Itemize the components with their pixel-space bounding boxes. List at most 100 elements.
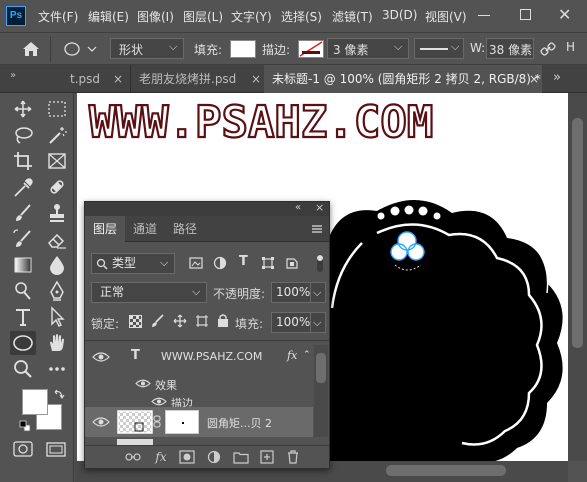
gradient-tool-icon[interactable] [10, 253, 36, 277]
quick-mask-icon[interactable] [13, 440, 33, 458]
width-field[interactable]: 38 像素 [486, 38, 534, 59]
vertical-scrollbar[interactable] [568, 93, 587, 461]
frame-tool-icon[interactable] [44, 149, 70, 173]
new-group-icon[interactable] [233, 450, 249, 464]
delete-layer-icon[interactable] [285, 450, 301, 464]
layer-row-shape-selected[interactable]: 圆角矩...贝 2 [85, 407, 313, 437]
crop-tool-icon[interactable] [10, 149, 36, 173]
more-tools-icon[interactable] [44, 357, 70, 381]
shape-mode-select[interactable]: 形状 ⌵ [110, 38, 184, 59]
layer-mask-thumbnail[interactable] [165, 410, 199, 434]
opacity-dropdown[interactable]: ⌵ [310, 282, 326, 303]
dodge-tool-icon[interactable] [10, 279, 36, 303]
filter-pixel-icon[interactable] [189, 256, 203, 270]
filter-type-icon[interactable]: T [239, 254, 248, 269]
fill-swatch[interactable] [230, 40, 256, 58]
chain-link-icon[interactable] [153, 415, 161, 429]
fx-icon[interactable]: fx [287, 349, 297, 362]
magic-wand-tool-icon[interactable] [44, 123, 70, 147]
move-tool-icon[interactable] [10, 97, 36, 121]
menu-image[interactable]: 图像(I) [137, 8, 174, 25]
filter-adjustment-icon[interactable] [213, 256, 227, 270]
visibility-eye-icon[interactable] [92, 351, 110, 363]
history-brush-tool-icon[interactable] [10, 227, 36, 251]
minimize-icon[interactable] [478, 15, 490, 16]
default-colors-icon[interactable] [19, 420, 31, 432]
menu-view[interactable]: 视图(V) [425, 8, 467, 25]
tabs-overflow-icon[interactable]: » [553, 70, 561, 85]
foreground-color-swatch[interactable] [22, 389, 48, 415]
stroke-swatch[interactable] [298, 40, 324, 58]
layers-scrollbar[interactable] [314, 345, 328, 437]
lock-all-icon[interactable] [217, 313, 229, 328]
path-selection-tool-icon[interactable] [44, 305, 70, 329]
effect-visibility-eye-icon[interactable] [151, 396, 167, 407]
close-window-icon[interactable]: ✕ [558, 5, 571, 24]
menu-3d[interactable]: 3D(D) [382, 8, 417, 22]
layer-thumbnail[interactable] [117, 410, 153, 434]
menu-edit[interactable]: 编辑(E) [88, 8, 129, 25]
filter-shape-icon[interactable] [261, 256, 275, 270]
menu-filter[interactable]: 滤镜(T) [332, 8, 373, 25]
lock-position-icon[interactable] [173, 314, 187, 328]
tab-laopengyou[interactable]: 老朋友烧烤拼.psd [130, 65, 264, 93]
layer-filter-select[interactable]: 类型 ⌵ [91, 253, 175, 274]
eyedropper-tool-icon[interactable] [10, 175, 36, 199]
add-layer-style-icon[interactable]: fx [153, 450, 169, 464]
visibility-eye-icon[interactable] [92, 416, 110, 428]
opacity-field[interactable]: 100% [271, 282, 311, 303]
ellipse-tool-preset-icon[interactable] [64, 42, 98, 56]
link-icon[interactable] [540, 41, 556, 57]
home-icon[interactable] [22, 41, 40, 57]
layer-name[interactable]: 圆角矩...贝 2 [207, 415, 272, 431]
lock-artboard-icon[interactable] [195, 314, 209, 328]
tab-close-icon[interactable]: × [113, 72, 123, 86]
filter-toggle-icon[interactable] [315, 253, 325, 273]
new-layer-icon[interactable] [259, 450, 275, 464]
panel-menu-icon[interactable] [311, 224, 323, 234]
menu-type[interactable]: 文字(Y) [231, 8, 272, 25]
panel-close-icon[interactable]: × [315, 201, 324, 214]
type-tool-icon[interactable] [10, 305, 36, 329]
panel-collapse-icon[interactable]: « [295, 202, 301, 213]
blend-mode-select[interactable]: 正常 ⌵ [91, 282, 207, 303]
hand-tool-icon[interactable] [44, 331, 70, 355]
layer-row-text[interactable]: T WWW.PSAHZ.COM fx ⌃ [85, 341, 313, 375]
headline-text[interactable]: WWW.PSAHZ.COM [88, 96, 435, 149]
zoom-tool-icon[interactable] [10, 357, 36, 381]
layer-name[interactable]: WWW.PSAHZ.COM [161, 350, 262, 363]
panel-collapse-icon[interactable]: » [10, 70, 16, 81]
more-options-icon[interactable]: H [566, 40, 575, 54]
panel-title-bar[interactable]: « × [85, 201, 329, 216]
blur-tool-icon[interactable] [44, 253, 70, 277]
menu-layer[interactable]: 图层(L) [183, 8, 223, 25]
tab-close-icon[interactable]: × [529, 72, 539, 86]
tab-untitled-1[interactable]: 未标题-1 @ 100% (圆角矩形 2 拷贝 2, RGB/8) * [264, 65, 542, 93]
chevron-up-icon[interactable]: ⌃ [303, 350, 311, 360]
filter-smart-object-icon[interactable] [285, 256, 299, 270]
horizontal-scroll-thumb[interactable] [386, 465, 506, 476]
maximize-icon[interactable] [520, 9, 531, 20]
eraser-tool-icon[interactable] [44, 227, 70, 251]
lasso-tool-icon[interactable] [10, 123, 36, 147]
tab-paths[interactable]: 路径 [165, 216, 205, 242]
layer-row-partial[interactable] [85, 437, 313, 445]
stroke-type-select[interactable]: ⌵ [414, 38, 464, 59]
tab-close-icon[interactable]: × [251, 72, 261, 86]
lock-transparent-pixels-icon[interactable] [129, 315, 142, 328]
stroke-width-select[interactable]: 3 像素 ⌵ [327, 38, 409, 59]
tab-channels[interactable]: 通道 [125, 216, 165, 242]
layers-scroll-thumb[interactable] [316, 353, 326, 383]
layer-effects-row[interactable]: 效果 [85, 375, 313, 393]
tab-layers[interactable]: 图层 [85, 216, 126, 242]
link-layers-icon[interactable] [125, 450, 141, 464]
effect-visibility-eye-icon[interactable] [135, 378, 151, 389]
marquee-tool-icon[interactable] [44, 97, 70, 121]
menu-select[interactable]: 选择(S) [281, 8, 322, 25]
healing-brush-tool-icon[interactable] [44, 175, 70, 199]
menu-file[interactable]: 文件(F) [38, 8, 78, 25]
brush-tool-icon[interactable] [10, 201, 36, 225]
add-mask-icon[interactable] [179, 450, 195, 464]
photoshop-logo-icon[interactable]: Ps [6, 6, 26, 26]
vertical-scroll-thumb[interactable] [572, 118, 583, 348]
